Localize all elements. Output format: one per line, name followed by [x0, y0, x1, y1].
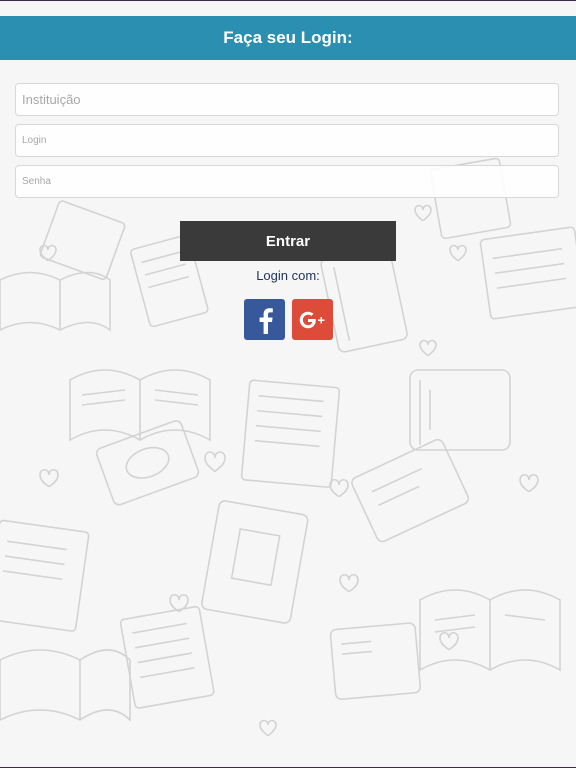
login-input[interactable]: [15, 124, 559, 157]
page-title: Faça seu Login:: [223, 28, 353, 47]
google-plus-login-button[interactable]: [292, 299, 333, 340]
password-input[interactable]: [15, 165, 559, 198]
facebook-icon: [259, 307, 273, 334]
login-button[interactable]: Entrar: [180, 221, 396, 261]
top-border: [0, 0, 576, 1]
google-plus-icon: [299, 311, 324, 328]
institution-input[interactable]: [15, 83, 559, 116]
facebook-login-button[interactable]: [244, 299, 285, 340]
app-header: Faça seu Login:: [0, 16, 576, 60]
social-login-label: Login com:: [256, 268, 320, 283]
